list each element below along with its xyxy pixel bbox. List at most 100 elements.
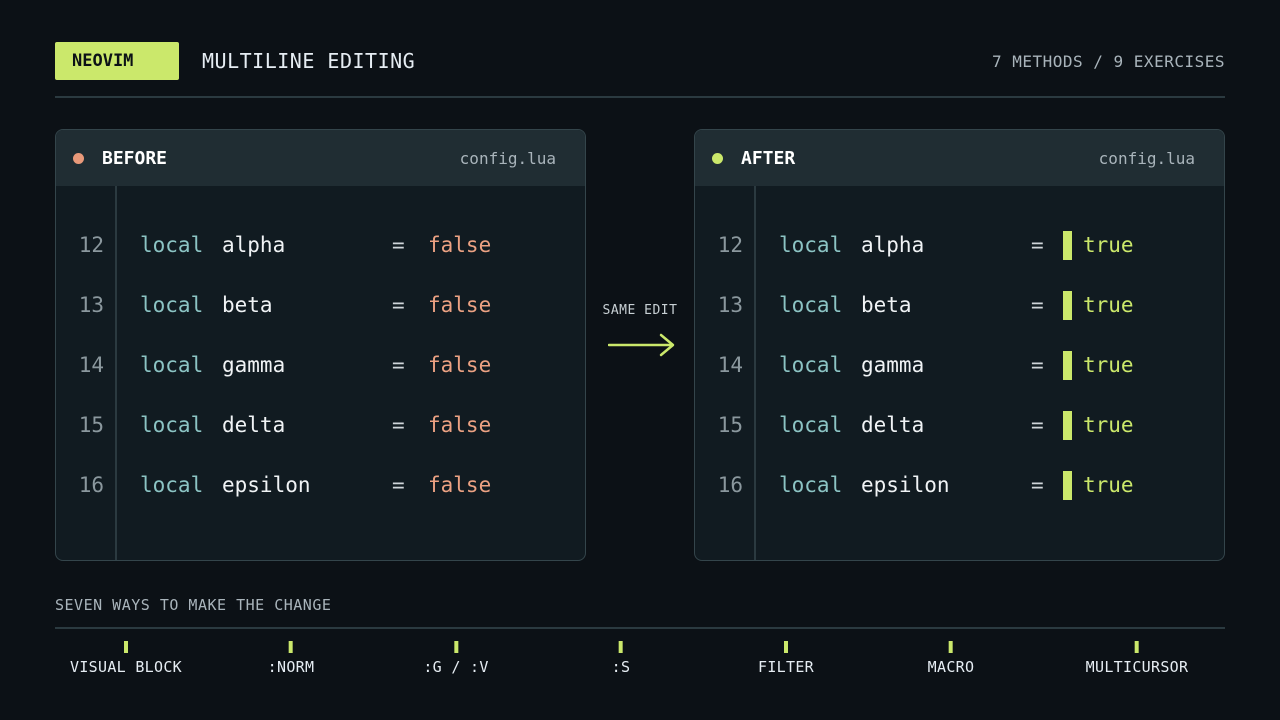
variable-name: gamma bbox=[861, 353, 925, 377]
after-status-dot-icon bbox=[712, 153, 723, 164]
line-number: 13 bbox=[78, 293, 104, 317]
before-status-dot-icon bbox=[73, 153, 84, 164]
equals-sign: = bbox=[392, 353, 405, 377]
header-divider bbox=[55, 96, 1225, 98]
method-label: FILTER bbox=[758, 658, 814, 676]
keyword: local bbox=[140, 413, 204, 437]
method-tick-icon bbox=[289, 641, 293, 653]
line-number: 14 bbox=[78, 353, 104, 377]
line-number: 12 bbox=[78, 233, 104, 257]
value-false: false bbox=[428, 233, 492, 257]
equals-sign: = bbox=[1031, 473, 1044, 497]
line-number: 16 bbox=[78, 473, 104, 497]
method-tick-icon bbox=[453, 641, 458, 653]
method-tick-icon bbox=[618, 641, 623, 653]
header: NEOVIM MULTILINE EDITING 7 METHODS / 9 E… bbox=[55, 42, 1225, 80]
variable-name: epsilon bbox=[861, 473, 950, 497]
variable-name: beta bbox=[222, 293, 273, 317]
equals-sign: = bbox=[1031, 413, 1044, 437]
value-true: true bbox=[1083, 233, 1134, 257]
after-panel: AFTER config.lua 12 local alpha = true 1… bbox=[694, 129, 1225, 561]
method-label: :G / :V bbox=[423, 658, 489, 676]
value-true: true bbox=[1083, 413, 1134, 437]
method-filter[interactable]: FILTER bbox=[758, 641, 814, 676]
keyword: local bbox=[779, 353, 843, 377]
method-exercise-count: 7 METHODS / 9 EXERCISES bbox=[991, 51, 1225, 71]
block-cursor bbox=[1063, 351, 1072, 380]
code-line: 15 local delta = true bbox=[695, 405, 1224, 445]
variable-name: epsilon bbox=[222, 473, 311, 497]
before-panel-title: BEFORE bbox=[102, 147, 168, 169]
method-multicursor[interactable]: MULTICURSOR bbox=[1086, 641, 1189, 676]
keyword: local bbox=[779, 413, 843, 437]
same-edit-label: SAME EDIT bbox=[602, 303, 678, 318]
keyword: local bbox=[140, 233, 204, 257]
method-substitute[interactable]: :S bbox=[612, 641, 631, 676]
page-title: MULTILINE EDITING bbox=[202, 49, 416, 73]
equals-sign: = bbox=[1031, 233, 1044, 257]
footer-divider bbox=[55, 627, 1225, 629]
method-global[interactable]: :G / :V bbox=[423, 641, 488, 676]
method-label: VISUAL BLOCK bbox=[70, 658, 182, 676]
method-tick-icon bbox=[949, 641, 953, 653]
code-line: 13 local beta = false bbox=[56, 285, 585, 325]
keyword: local bbox=[779, 233, 843, 257]
block-cursor bbox=[1063, 411, 1072, 440]
keyword: local bbox=[140, 473, 204, 497]
value-false: false bbox=[428, 413, 492, 437]
keyword: local bbox=[140, 293, 204, 317]
block-cursor bbox=[1063, 231, 1072, 260]
equals-sign: = bbox=[392, 413, 405, 437]
value-false: false bbox=[428, 353, 492, 377]
after-panel-title: AFTER bbox=[741, 147, 796, 169]
methods-heading: SEVEN WAYS TO MAKE THE CHANGE bbox=[55, 596, 332, 614]
method-label: :S bbox=[611, 658, 631, 676]
code-line: 15 local delta = false bbox=[56, 405, 585, 445]
keyword: local bbox=[779, 473, 843, 497]
variable-name: alpha bbox=[222, 233, 286, 257]
line-number: 16 bbox=[717, 473, 743, 497]
before-file-name: config.lua bbox=[459, 148, 556, 168]
variable-name: gamma bbox=[222, 353, 286, 377]
keyword: local bbox=[140, 353, 204, 377]
method-label: MULTICURSOR bbox=[1085, 658, 1189, 676]
variable-name: delta bbox=[861, 413, 925, 437]
method-label: :NORM bbox=[267, 658, 315, 676]
method-macro[interactable]: MACRO bbox=[928, 641, 975, 676]
line-number: 13 bbox=[717, 293, 743, 317]
line-number: 15 bbox=[717, 413, 743, 437]
block-cursor bbox=[1063, 471, 1072, 500]
block-cursor bbox=[1063, 291, 1072, 320]
line-number: 15 bbox=[78, 413, 104, 437]
method-norm[interactable]: :NORM bbox=[268, 641, 315, 676]
code-line: 13 local beta = true bbox=[695, 285, 1224, 325]
method-tick-icon bbox=[1134, 641, 1139, 653]
method-visual-block[interactable]: VISUAL BLOCK bbox=[70, 641, 182, 676]
line-number: 12 bbox=[717, 233, 743, 257]
value-true: true bbox=[1083, 353, 1134, 377]
code-line: 12 local alpha = true bbox=[695, 225, 1224, 265]
value-true: true bbox=[1083, 473, 1134, 497]
code-line: 16 local epsilon = true bbox=[695, 465, 1224, 505]
right-arrow-icon bbox=[608, 333, 675, 357]
method-label: MACRO bbox=[927, 658, 975, 676]
equals-sign: = bbox=[392, 473, 405, 497]
variable-name: delta bbox=[222, 413, 286, 437]
code-line: 16 local epsilon = false bbox=[56, 465, 585, 505]
value-false: false bbox=[428, 293, 492, 317]
method-tick-icon bbox=[123, 641, 128, 653]
app-badge: NEOVIM bbox=[55, 42, 179, 80]
equals-sign: = bbox=[392, 233, 405, 257]
keyword: local bbox=[779, 293, 843, 317]
variable-name: alpha bbox=[861, 233, 925, 257]
before-panel: BEFORE config.lua 12 local alpha = false… bbox=[55, 129, 586, 561]
equals-sign: = bbox=[1031, 353, 1044, 377]
code-line: 12 local alpha = false bbox=[56, 225, 585, 265]
code-line: 14 local gamma = true bbox=[695, 345, 1224, 385]
line-number: 14 bbox=[717, 353, 743, 377]
before-panel-header: BEFORE config.lua bbox=[56, 130, 585, 186]
equals-sign: = bbox=[392, 293, 405, 317]
code-line: 14 local gamma = false bbox=[56, 345, 585, 385]
value-false: false bbox=[428, 473, 492, 497]
method-tick-icon bbox=[784, 641, 788, 653]
